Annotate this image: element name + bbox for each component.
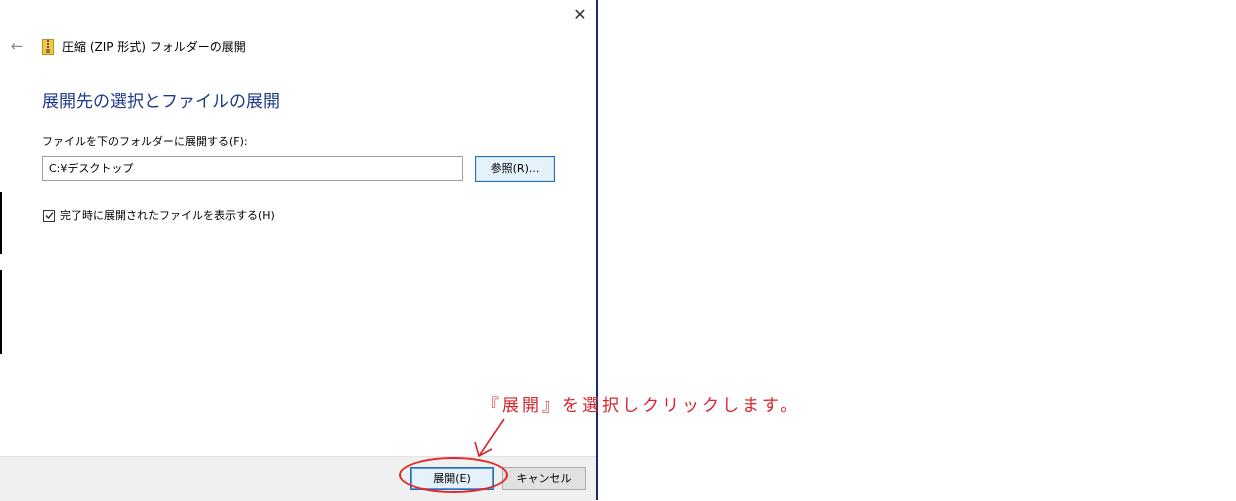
- page-heading: 展開先の選択とファイルの展開: [42, 92, 280, 112]
- annotation-text: 『展開』を選択しクリックします。: [482, 396, 801, 416]
- zip-folder-icon: [42, 39, 54, 55]
- browse-button[interactable]: 参照(R)...: [475, 156, 555, 182]
- checkmark-icon: [45, 212, 54, 219]
- destination-input[interactable]: C:¥デスクトップ: [42, 156, 463, 181]
- destination-label: ファイルを下のフォルダーに展開する(F):: [42, 135, 248, 148]
- cancel-button[interactable]: キャンセル: [502, 467, 586, 490]
- window-edge-mark: [0, 270, 2, 354]
- annotation-highlight-circle: [399, 457, 508, 493]
- back-arrow-icon[interactable]: ←: [8, 36, 26, 56]
- close-icon[interactable]: ✕: [571, 5, 589, 25]
- show-files-label: 完了時に展開されたファイルを表示する(H): [60, 209, 275, 222]
- window-edge-mark: [0, 192, 2, 254]
- window-title: 圧縮 (ZIP 形式) フォルダーの展開: [62, 40, 246, 54]
- show-files-checkbox[interactable]: [43, 210, 55, 222]
- annotation-arrow-icon: [474, 418, 505, 458]
